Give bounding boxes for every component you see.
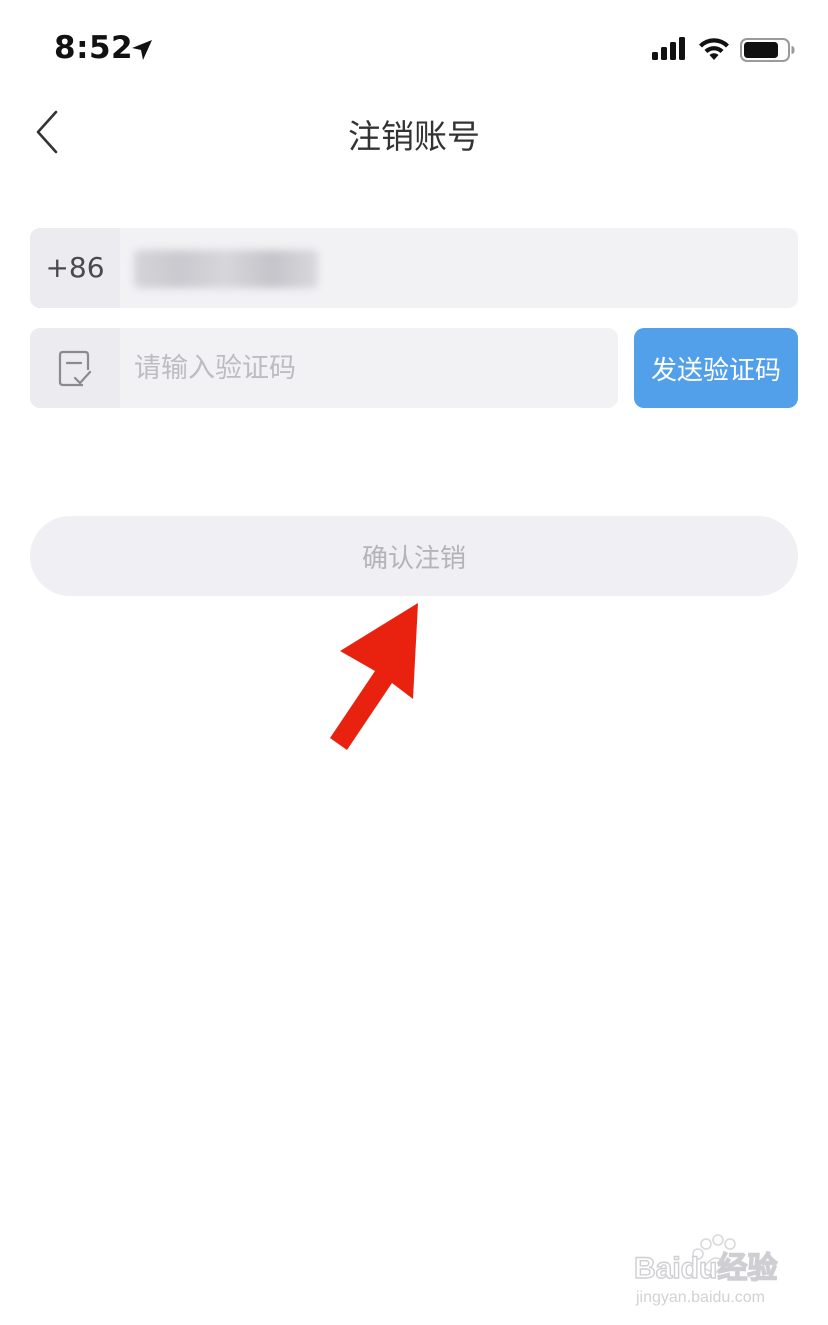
status-time: 8:52	[54, 30, 134, 66]
baidu-jingyan-watermark: Baidu经验 jingyan.baidu.com	[633, 1234, 778, 1306]
page-title: 注销账号	[348, 117, 480, 156]
country-code[interactable]: +86	[30, 228, 120, 308]
signal-icon	[652, 37, 685, 60]
verify-check-icon	[58, 350, 92, 387]
verification-code-input[interactable]	[120, 328, 618, 408]
status-bar: 8:52	[0, 0, 828, 96]
location-icon	[132, 40, 152, 60]
navigation-bar: 注销账号	[0, 96, 828, 168]
watermark-url: jingyan.baidu.com	[635, 1289, 765, 1306]
phone-input[interactable]	[134, 228, 754, 308]
watermark-brand: Baidu经验	[634, 1251, 777, 1285]
phone-field: +86	[30, 228, 798, 308]
confirm-cancel-account-button[interactable]: 确认注销	[30, 516, 798, 596]
send-code-button[interactable]: 发送验证码	[634, 328, 798, 408]
battery-icon	[740, 38, 795, 62]
verification-code-field	[30, 328, 618, 408]
code-icon-box	[30, 328, 120, 408]
wifi-icon	[699, 38, 729, 60]
red-arrow-annotation	[330, 603, 418, 750]
